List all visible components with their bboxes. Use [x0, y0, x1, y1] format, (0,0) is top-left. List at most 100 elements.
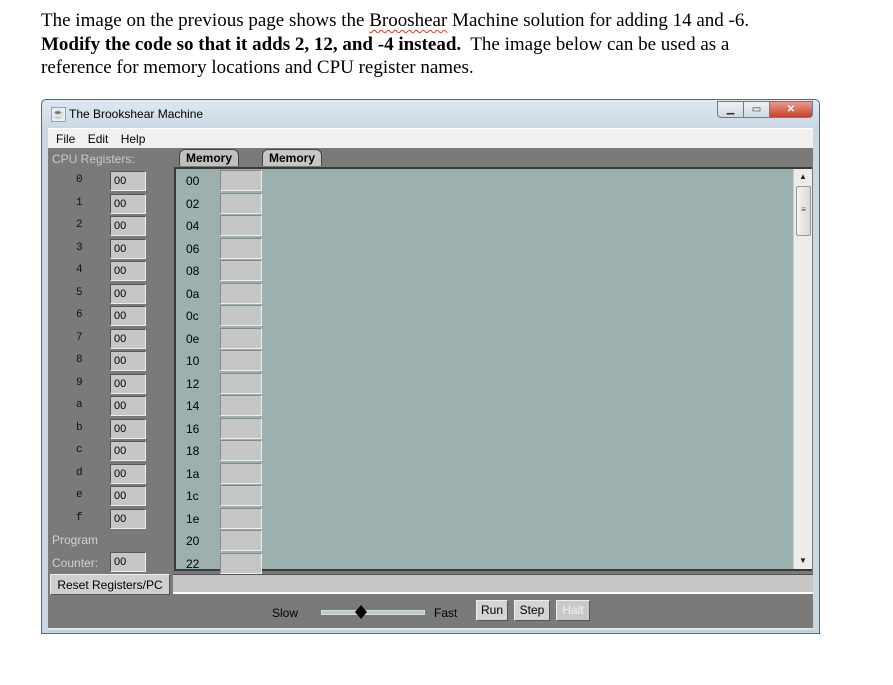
- slow-label: Slow: [272, 606, 299, 620]
- title-bar[interactable]: ☕ The Brookshear Machine ▁ ▭ ✕: [42, 100, 819, 126]
- memory-row: 08: [176, 260, 276, 282]
- memory-row: 00: [176, 170, 276, 192]
- register-value-field[interactable]: 00: [110, 396, 146, 416]
- memory-row: 1e: [176, 507, 276, 530]
- memory-cell-field[interactable]: [220, 215, 262, 236]
- memory-list-panel: 00 02 04 06 08 0a 0c 0e 10 12 14 16 18 1a 1c 1e 20 22 ▲ ≡…: [174, 167, 812, 574]
- menu-file[interactable]: File: [56, 129, 75, 149]
- close-button[interactable]: ✕: [769, 101, 813, 118]
- bold-instruction: Modify the code so that it adds 2, 12, a…: [41, 33, 462, 55]
- memory-cell-field[interactable]: [220, 507, 262, 529]
- memory-cell-field[interactable]: [220, 395, 262, 416]
- memory-address: 14: [186, 399, 200, 413]
- register-name: c: [76, 444, 83, 456]
- memory-row: 06: [176, 237, 276, 260]
- window-title: The Brookshear Machine: [69, 107, 204, 121]
- register-value-field[interactable]: 00: [110, 306, 146, 326]
- scroll-down-icon[interactable]: ▼: [794, 553, 812, 569]
- memory-cell-field[interactable]: [220, 192, 262, 214]
- tab-memory-list[interactable]: Memory List: [179, 149, 240, 182]
- register-name: d: [76, 466, 83, 479]
- client-area: CPU Registers: 0 00 1 00 2 00 3 00 4 00 5 00 6 00 7 00 8…: [48, 148, 813, 632]
- memory-row: 0e: [176, 327, 276, 350]
- register-row: a 00: [48, 395, 168, 417]
- register-value-field[interactable]: 00: [110, 418, 146, 439]
- memory-cell-field[interactable]: [220, 462, 262, 484]
- menu-help[interactable]: Help: [121, 129, 146, 149]
- cpu-registers-label: CPU Registers:: [52, 152, 135, 166]
- menu-edit[interactable]: Edit: [88, 129, 109, 149]
- register-value-field[interactable]: 00: [110, 216, 146, 236]
- tab-memory-matrix[interactable]: Memory Matrix: [262, 149, 323, 182]
- memory-cell-field[interactable]: [220, 440, 262, 461]
- memory-address: 0a: [186, 286, 200, 301]
- reset-registers-button[interactable]: Reset Registers/PC: [50, 574, 170, 595]
- memory-address: 12: [186, 376, 200, 391]
- register-value-field[interactable]: 00: [110, 373, 146, 394]
- memory-cell-field[interactable]: [220, 417, 262, 439]
- memory-cell-field[interactable]: [220, 485, 262, 506]
- register-value-field[interactable]: 00: [110, 441, 146, 461]
- register-value-field[interactable]: 00: [110, 508, 146, 529]
- brookshear-window: ☕ The Brookshear Machine ▁ ▭ ✕ File Edit…: [41, 99, 820, 634]
- register-value-field[interactable]: 00: [110, 463, 146, 484]
- misspelled-word: Brooshear: [369, 10, 448, 31]
- memory-cell-field[interactable]: [220, 237, 262, 259]
- scroll-thumb[interactable]: ≡: [796, 186, 811, 236]
- program-label: Program: [52, 533, 99, 547]
- register-value-field[interactable]: 00: [110, 238, 146, 259]
- register-name: 3: [76, 241, 83, 254]
- memory-row: 14: [176, 395, 276, 417]
- counter-label: Counter:: [52, 556, 99, 570]
- memory-address: 0c: [186, 309, 199, 323]
- register-name: 0: [76, 174, 83, 186]
- memory-address: 16: [186, 421, 200, 436]
- memory-row: 16: [176, 417, 276, 440]
- memory-cell-field[interactable]: [220, 305, 262, 326]
- register-value-field[interactable]: 00: [110, 193, 146, 214]
- close-icon: ✕: [786, 104, 796, 115]
- register-row: c 00: [48, 440, 168, 462]
- register-row: d 00: [48, 463, 168, 485]
- register-row: 8 00: [48, 350, 168, 372]
- memory-cell-field[interactable]: [220, 350, 262, 371]
- register-name: 8: [76, 354, 83, 366]
- memory-address: 18: [186, 444, 200, 458]
- program-counter-field[interactable]: 00: [110, 552, 146, 572]
- memory-row: 0c: [176, 305, 276, 327]
- memory-cell-field[interactable]: [220, 530, 262, 551]
- register-name: 6: [76, 309, 83, 321]
- register-value-field[interactable]: 00: [110, 351, 146, 371]
- memory-address: 06: [186, 241, 200, 256]
- maximize-button[interactable]: ▭: [743, 101, 769, 118]
- minimize-button[interactable]: ▁: [717, 101, 743, 118]
- vertical-scrollbar[interactable]: ▲ ≡ ▼: [793, 169, 812, 569]
- menu-bar: File Edit Help: [48, 128, 813, 149]
- register-value-field[interactable]: 00: [110, 486, 146, 506]
- memory-row: 18: [176, 440, 276, 462]
- memory-address: 10: [186, 354, 200, 368]
- memory-row: 20: [176, 530, 276, 552]
- memory-row: 1a: [176, 462, 276, 485]
- memory-cell-field[interactable]: [220, 552, 262, 574]
- speed-slider[interactable]: [321, 605, 425, 619]
- register-value-field[interactable]: 00: [110, 171, 146, 191]
- memory-cell-field[interactable]: [220, 170, 262, 191]
- slider-knob[interactable]: [354, 605, 367, 619]
- register-value-field[interactable]: 00: [110, 261, 146, 281]
- register-value-field[interactable]: 00: [110, 283, 146, 304]
- register-row: 4 00: [48, 260, 168, 282]
- step-button[interactable]: Step: [514, 600, 550, 621]
- run-button[interactable]: Run: [476, 600, 508, 621]
- register-row: 6 00: [48, 305, 168, 327]
- memory-cell-field[interactable]: [220, 282, 262, 304]
- register-value-field[interactable]: 00: [110, 328, 146, 349]
- scroll-up-icon[interactable]: ▲: [794, 169, 812, 185]
- register-name: 7: [76, 331, 83, 344]
- memory-cell-field[interactable]: [220, 372, 262, 394]
- register-name: 1: [76, 196, 83, 209]
- memory-cell-field[interactable]: [220, 260, 262, 281]
- register-row: 5 00: [48, 283, 168, 305]
- memory-row: 22: [176, 552, 276, 575]
- memory-cell-field[interactable]: [220, 327, 262, 349]
